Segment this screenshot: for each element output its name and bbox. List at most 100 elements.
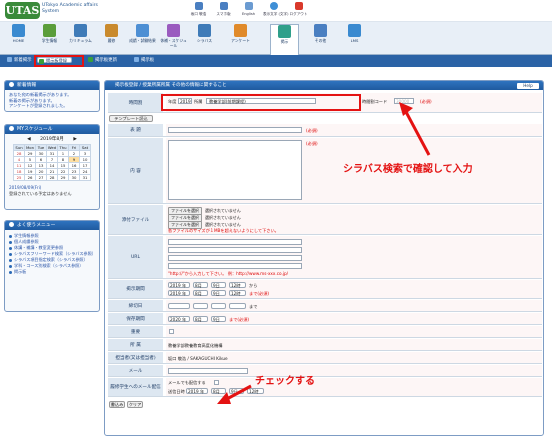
subnav-bulletin-update[interactable]: 掲示板更新 xyxy=(84,57,121,65)
row-url: URL "http://"から入力して下さい。 例：http://www.ms-… xyxy=(108,236,542,279)
period-end-month[interactable]: 8月 xyxy=(193,290,208,296)
utility-english[interactable]: English xyxy=(238,2,259,17)
url-input[interactable] xyxy=(168,247,302,253)
nav-curriculum[interactable]: カリキュラム xyxy=(66,24,95,44)
clear-button[interactable]: クリア xyxy=(127,401,143,408)
deadline-day[interactable] xyxy=(211,303,226,309)
content-textarea[interactable] xyxy=(168,140,302,200)
deadline-month[interactable] xyxy=(193,303,208,309)
period-start-year[interactable]: 2019 年 xyxy=(168,282,190,288)
nav-syllabus[interactable]: シラバス xyxy=(190,24,219,44)
top-header: UTAS UTokyo Academic affairs System 坂口 敬… xyxy=(0,0,552,22)
url-input[interactable] xyxy=(168,263,302,269)
highlight-timetable-fields xyxy=(161,94,361,111)
template-load-button[interactable]: テンプレート読込 xyxy=(109,115,153,122)
menu-item[interactable]: 個人成績参照 xyxy=(9,239,95,244)
nav-other[interactable]: その他 xyxy=(306,24,335,44)
form-title: 掲示板登録 / 授業所属所属 その他の情報に関すること xyxy=(115,83,227,88)
bulletin-icon xyxy=(7,57,12,62)
calendar-day[interactable]: 27 xyxy=(35,174,47,181)
nav-grades[interactable]: 成績・試験結果 xyxy=(128,24,157,44)
bulletin-icon xyxy=(278,25,291,38)
period-start-day[interactable]: 9日 xyxy=(211,282,226,288)
period-start-month[interactable]: 8月 xyxy=(193,282,208,288)
curriculum-icon xyxy=(74,24,87,37)
annotation-check-text: チェックする xyxy=(255,376,315,387)
survey-icon xyxy=(234,24,247,37)
period-end-year[interactable]: 2019 年 xyxy=(168,290,190,296)
utility-font-size[interactable]: 表示文字 (文字) xyxy=(263,2,289,17)
calendar-icon xyxy=(9,126,14,131)
calendar-day[interactable]: 30 xyxy=(68,174,80,181)
syllabus-icon xyxy=(198,24,211,37)
row-content: 内 容 (必須) xyxy=(108,138,542,204)
deadline-hour[interactable] xyxy=(229,303,246,309)
bulletin-form: 掲示板登録 / 授業所属所属 その他の情報に関すること Help 時間割 年度 … xyxy=(104,80,544,436)
schedule-empty-text: 登録されている予定はありません xyxy=(9,190,72,196)
retention-month[interactable]: 8月 xyxy=(193,316,208,322)
info-icon xyxy=(9,82,14,87)
menu-item[interactable]: 学科・コース別検索（シラバス参照） xyxy=(9,263,95,268)
utility-links: 坂口 敬浩 スマホ版 English 表示文字 (文字) ログアウト xyxy=(188,2,313,17)
news-line[interactable]: アンケートが登録されました。 xyxy=(9,103,95,109)
row-mail: メール xyxy=(108,365,542,377)
utility-smartphone[interactable]: スマホ版 xyxy=(213,2,234,17)
utility-user[interactable]: 坂口 敬浩 xyxy=(188,2,209,17)
utas-logo[interactable]: UTAS xyxy=(5,2,40,19)
menu-item[interactable]: 休講・補講・教室変更参照 xyxy=(9,245,95,250)
user-icon xyxy=(194,2,203,10)
schedule-panel: MYスケジュール ◀ 2019年8月 ▶ Sun Mon Tue Wed Thu Fri S… xyxy=(4,124,100,210)
prev-month-icon[interactable]: ◀ xyxy=(27,137,31,142)
period-start-hour[interactable]: 12時 xyxy=(229,282,246,288)
title-input[interactable] xyxy=(168,127,302,133)
save-button[interactable]: 書込み xyxy=(109,401,125,408)
subnav-bulletin[interactable]: 掲示板 xyxy=(130,57,158,65)
home-icon xyxy=(12,24,25,37)
schedule-title: MYスケジュール xyxy=(17,127,53,132)
row-retention: 保存期間 2020 年 8月 9日 まで(必須) xyxy=(108,313,542,325)
utility-logout[interactable]: ログアウト xyxy=(288,2,309,17)
menu-item[interactable]: 学生情報参照 xyxy=(9,233,95,238)
row-posting-period: 掲示期間 2019 年 8月 9日 12時 から 2019 年 8月 9日 12… xyxy=(108,280,542,299)
retention-day[interactable]: 9日 xyxy=(211,316,226,322)
calendar-day[interactable]: 28 xyxy=(46,174,58,181)
next-month-icon[interactable]: ▶ xyxy=(73,137,77,142)
mail-input[interactable] xyxy=(168,368,248,374)
nav-home[interactable]: HOME xyxy=(4,24,33,44)
row-author: 担当者(又は担当者) 坂口 敬浩 / SAKAGUCHI Kikue xyxy=(108,352,542,364)
deadline-year[interactable] xyxy=(168,303,190,309)
nav-survey[interactable]: アンケート xyxy=(226,24,255,44)
nav-bulletin[interactable]: 掲示 xyxy=(270,24,299,55)
subnav-new-bulletin[interactable]: 新着掲示 xyxy=(3,57,36,65)
row-affiliation: 所 属 教養学部教養教育高度化機構 xyxy=(108,339,542,351)
send-year[interactable]: 2019 年 xyxy=(186,388,208,394)
calendar-day[interactable]: 31 xyxy=(79,174,91,181)
nav-schedule[interactable]: 休補・スケジュール xyxy=(159,24,188,48)
student-icon xyxy=(43,24,56,37)
retention-year[interactable]: 2020 年 xyxy=(168,316,190,322)
url-input[interactable] xyxy=(168,255,302,261)
logout-icon xyxy=(294,2,303,10)
menu-item[interactable]: シラバス項目指定検索（シラバス参照） xyxy=(9,257,95,262)
help-button[interactable]: Help xyxy=(517,82,539,89)
nav-lms[interactable]: LMS xyxy=(340,24,369,44)
menu-item[interactable]: 掲示板 xyxy=(9,269,95,274)
row-attachments: 添付ファイル ファイルを選択 選択されていません ファイルを選択 選択されていません… xyxy=(108,205,542,235)
calendar-day[interactable]: 29 xyxy=(57,174,69,181)
smartphone-icon xyxy=(219,2,228,10)
url-input[interactable] xyxy=(168,239,302,245)
calendar-day[interactable]: 25 xyxy=(13,174,25,181)
period-end-hour[interactable]: 12時 xyxy=(229,290,246,296)
menu-item[interactable]: シラバスフリーワード検索（シラバス参照） xyxy=(9,251,96,256)
calendar-month: 2019年8月 xyxy=(40,137,64,142)
period-end-day[interactable]: 9日 xyxy=(211,290,226,296)
calendar-day[interactable]: 26 xyxy=(24,174,36,181)
annotation-arrow-check xyxy=(217,384,252,404)
important-checkbox[interactable] xyxy=(169,329,174,334)
grades-icon xyxy=(136,24,149,37)
lms-icon xyxy=(348,24,361,37)
annotation-arrow-syllabus xyxy=(399,102,431,156)
nav-student-info[interactable]: 学生情報 xyxy=(35,24,64,44)
nav-registration[interactable]: 履修 xyxy=(97,24,126,44)
highlight-register-tab xyxy=(34,55,84,67)
